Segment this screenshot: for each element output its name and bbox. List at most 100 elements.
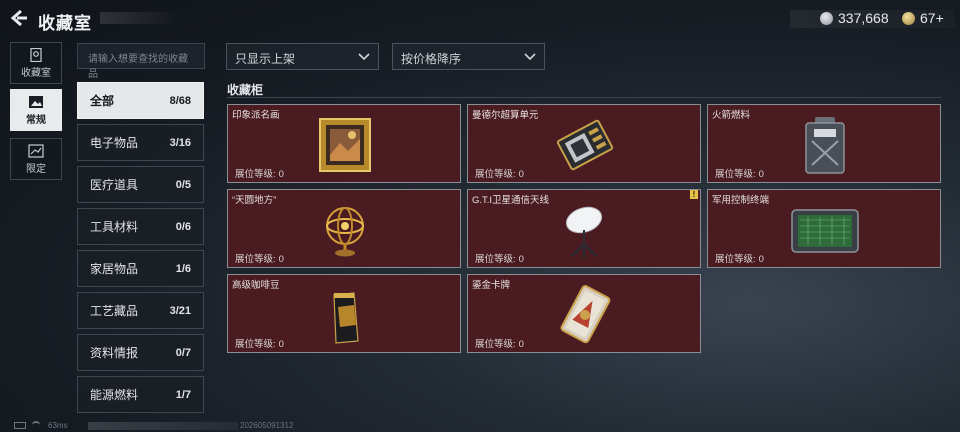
rail-label: 收藏室 xyxy=(21,67,51,79)
category-label: 家居物品 xyxy=(90,262,139,276)
collectible-card[interactable]: 军用控制终端 展位等级: 0 xyxy=(707,189,941,268)
category-count: 8/68 xyxy=(169,94,191,107)
level-value: 0 xyxy=(758,169,764,180)
level-label: 展位等级: xyxy=(715,169,756,180)
ping-readout: 63ms xyxy=(48,421,68,430)
top-bar: 收藏室 337,668 67+ xyxy=(0,0,960,36)
booth-level: 展位等级: 0 xyxy=(712,251,764,265)
level-label: 展位等级: xyxy=(475,169,516,180)
silver-amount: 337,668 xyxy=(838,10,889,26)
level-value: 0 xyxy=(518,254,524,265)
category-label: 电子物品 xyxy=(90,136,139,150)
satellite-dish-icon xyxy=(565,206,603,258)
battery-icon xyxy=(14,422,26,429)
booth-level: 展位等级: 0 xyxy=(472,251,524,265)
page-title: 收藏室 xyxy=(38,14,92,33)
level-label: 展位等级: xyxy=(715,254,756,265)
silver-coin-icon xyxy=(820,11,833,25)
search-input[interactable]: 请输入想要查找的收藏品 xyxy=(77,43,205,80)
collectible-card[interactable]: G.T.I卫星通信天线 ! 展位等级: 0 xyxy=(467,189,701,268)
chevron-down-icon xyxy=(358,53,370,61)
level-label: 展位等级: xyxy=(235,169,276,180)
item-name: G.T.I卫星通信天线 xyxy=(472,195,550,206)
level-value: 0 xyxy=(278,339,284,350)
currency-gold[interactable]: 67+ xyxy=(902,10,944,26)
category-label: 能源燃料 xyxy=(90,388,139,402)
category-label: 工具材料 xyxy=(90,220,139,234)
armillary-sphere-icon xyxy=(326,207,364,257)
item-name: 高级咖啡豆 xyxy=(232,280,280,291)
booth-level: 展位等级: 0 xyxy=(232,251,284,265)
level-label: 展位等级: xyxy=(475,254,516,265)
currency-silver: 337,668 xyxy=(820,10,889,26)
booth-level: 展位等级: 0 xyxy=(472,336,524,350)
category-label: 医疗道具 xyxy=(90,178,139,192)
rail-item-limited[interactable]: 限定 xyxy=(10,138,62,180)
category-medical[interactable]: 医疗道具 0/5 xyxy=(77,166,204,203)
booth-level: 展位等级: 0 xyxy=(712,166,764,180)
collectible-card[interactable]: 火箭燃料 展位等级: 0 xyxy=(707,104,941,183)
control-terminal-icon xyxy=(791,209,859,253)
level-label: 展位等级: xyxy=(235,254,276,265)
shelf-filter-value: 只显示上架 xyxy=(235,52,296,66)
item-name: 军用控制终端 xyxy=(712,195,770,206)
item-name: “天圆地方” xyxy=(232,195,277,206)
rail-label: 限定 xyxy=(26,163,46,175)
level-label: 展位等级: xyxy=(475,339,516,350)
category-all[interactable]: 全部 8/68 xyxy=(77,82,204,119)
gilded-card-icon xyxy=(560,285,611,344)
shelf-filter-dropdown[interactable]: 只显示上架 xyxy=(226,43,379,70)
collectible-card[interactable]: 曼德尔超算单元 展位等级: 0 xyxy=(467,104,701,183)
category-electronics[interactable]: 电子物品 3/16 xyxy=(77,124,204,161)
sort-value: 按价格降序 xyxy=(401,52,462,66)
notice-badge: ! xyxy=(690,190,698,199)
booth-level: 展位等级: 0 xyxy=(472,166,524,180)
category-tools[interactable]: 工具材料 0/6 xyxy=(77,208,204,245)
booth-level: 展位等级: 0 xyxy=(232,166,284,180)
footer-bar xyxy=(88,422,238,430)
category-label: 资料情报 xyxy=(90,346,139,360)
category-count: 0/7 xyxy=(175,346,191,359)
divider xyxy=(227,97,941,98)
category-count: 3/21 xyxy=(169,304,191,317)
level-value: 0 xyxy=(278,254,284,265)
rail-item-regular[interactable]: 常规 xyxy=(10,89,62,131)
wifi-icon xyxy=(32,421,40,429)
category-energy[interactable]: 能源燃料 1/7 xyxy=(77,376,204,413)
rail-label: 常规 xyxy=(26,114,46,126)
category-crafts[interactable]: 工艺藏品 3/21 xyxy=(77,292,204,329)
item-name: 印象派名画 xyxy=(232,110,280,121)
computing-unit-icon xyxy=(556,119,614,171)
level-value: 0 xyxy=(518,339,524,350)
coffee-bag-icon xyxy=(333,292,359,344)
category-count: 1/6 xyxy=(175,262,191,275)
category-count: 1/7 xyxy=(175,388,191,401)
category-intel[interactable]: 资料情报 0/7 xyxy=(77,334,204,371)
booth-level: 展位等级: 0 xyxy=(232,336,284,350)
category-count: 0/6 xyxy=(175,220,191,233)
category-count: 3/16 xyxy=(169,136,191,149)
collectible-card[interactable]: 鎏金卡牌 展位等级: 0 xyxy=(467,274,701,353)
collectible-card[interactable]: “天圆地方” 展位等级: 0 xyxy=(227,189,461,268)
fuel-canister-icon xyxy=(805,117,845,174)
category-label: 工艺藏品 xyxy=(90,304,139,318)
item-name: 火箭燃料 xyxy=(712,110,751,121)
level-label: 展位等级: xyxy=(235,339,276,350)
category-household[interactable]: 家居物品 1/6 xyxy=(77,250,204,287)
build-stamp: 202605091312 xyxy=(240,421,294,430)
collection-room-icon xyxy=(30,47,42,62)
title-decoration xyxy=(100,12,180,24)
collectible-card[interactable]: 高级咖啡豆 展位等级: 0 xyxy=(227,274,461,353)
gold-coin-icon xyxy=(902,11,915,25)
collectible-card[interactable]: 印象派名画 展位等级: 0 xyxy=(227,104,461,183)
sort-dropdown[interactable]: 按价格降序 xyxy=(392,43,545,70)
status-footer: 63ms 202605091312 xyxy=(0,420,960,432)
rail-item-collection-room[interactable]: 收藏室 xyxy=(10,42,62,84)
level-value: 0 xyxy=(278,169,284,180)
item-name: 曼德尔超算单元 xyxy=(472,110,539,121)
level-value: 0 xyxy=(758,254,764,265)
image-frame-icon xyxy=(29,95,43,108)
back-arrow-icon[interactable] xyxy=(10,9,28,27)
gold-amount: 67+ xyxy=(920,10,944,26)
limited-icon xyxy=(28,143,44,158)
